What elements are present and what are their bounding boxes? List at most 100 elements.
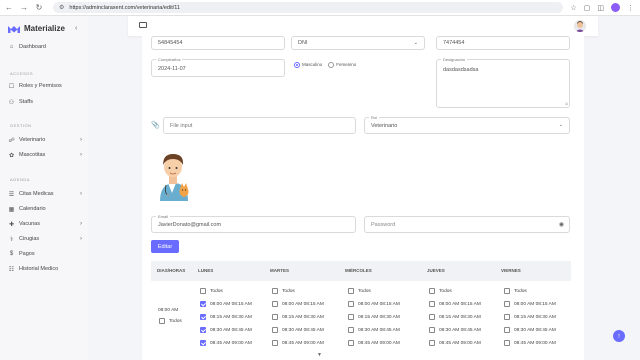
monday-slot-3-checkbox[interactable] xyxy=(200,327,206,333)
sidebar-item-roles[interactable]: ☐ Roles y Permisos xyxy=(8,81,82,91)
tuesday-all-checkbox[interactable] xyxy=(272,288,278,294)
friday-slot-4-checkbox[interactable] xyxy=(504,340,510,346)
slot-label: 08:30 AM 08:45 AM xyxy=(282,328,324,333)
sidebar-item-calendario[interactable]: ▦ Calendario xyxy=(8,204,82,214)
brand[interactable]: Materialize xyxy=(8,24,65,33)
document-number-field[interactable]: 54845454 xyxy=(151,36,285,50)
sidebar-item-label: Vacunas xyxy=(19,221,40,227)
section-title-gestion: GESTIÓN xyxy=(10,123,32,128)
paperclip-icon: 📎 xyxy=(151,122,160,129)
sidebar-item-label: Pagos xyxy=(19,251,35,257)
wednesday-all-checkbox[interactable] xyxy=(348,288,354,294)
calendar-icon: ▦ xyxy=(8,206,15,213)
radio-selected-icon xyxy=(294,62,300,68)
checkbox-label: Todos xyxy=(210,289,223,294)
forward-icon[interactable]: → xyxy=(18,2,30,14)
back-icon[interactable]: ← xyxy=(3,2,15,14)
monday-slot-2-checkbox[interactable] xyxy=(200,314,206,320)
tuesday-slot-4-checkbox[interactable] xyxy=(272,340,278,346)
edit-button[interactable]: Editar xyxy=(151,240,179,253)
collapse-sidebar-icon[interactable]: ‹ xyxy=(75,25,77,32)
user-avatar[interactable] xyxy=(574,20,586,32)
shield-icon: ☐ xyxy=(8,83,15,90)
thursday-slot-3-checkbox[interactable] xyxy=(429,327,435,333)
gender-male-radio[interactable]: Masculino xyxy=(294,62,322,68)
syringe-icon: ✚ xyxy=(8,221,15,228)
star-icon[interactable]: ☆ xyxy=(570,4,576,12)
slot-label: 08:45 AM 09:00 AM xyxy=(282,341,324,346)
sidebar-item-dashboard[interactable]: ⌂ Dashboard xyxy=(8,42,82,52)
file-input[interactable]: File input xyxy=(163,117,356,134)
site-info-icon[interactable]: ⚙ xyxy=(59,4,64,11)
home-icon: ⌂ xyxy=(9,44,14,50)
checkbox-label: Todos xyxy=(282,289,295,294)
thursday-all-checkbox[interactable] xyxy=(429,288,435,294)
sidebar-item-staffs[interactable]: ⚇ Staffs xyxy=(8,97,82,107)
birthday-field[interactable]: Cumpleaños 2024-11-07 xyxy=(151,57,285,77)
email-field[interactable]: Email JavierDonato@gmail.com xyxy=(151,214,356,233)
sidepanel-icon[interactable]: ◫ xyxy=(597,4,604,12)
slot-label: 08:30 AM 08:45 AM xyxy=(210,328,252,333)
profile-icon[interactable] xyxy=(611,3,620,12)
sidebar-item-label: Veterinario xyxy=(19,137,46,143)
designation-textarea[interactable]: Designación dasdasdsadsa ⇲ xyxy=(436,57,570,108)
role-label: Rol xyxy=(369,115,380,120)
friday-slot-3-checkbox[interactable] xyxy=(504,327,510,333)
friday-slot-2-checkbox[interactable] xyxy=(504,314,510,320)
sidebar-item-label: Cirugias xyxy=(19,236,40,242)
wednesday-slot-1-checkbox[interactable] xyxy=(348,301,354,307)
hour-all-label: Todos xyxy=(169,319,182,324)
monday-slot-4-checkbox[interactable] xyxy=(200,340,206,346)
sidebar-item-historial[interactable]: ☷ Historial Medico xyxy=(8,264,82,274)
tuesday-slot-1-checkbox[interactable] xyxy=(272,301,278,307)
column-header: LUNES xyxy=(198,268,214,273)
more-icon[interactable]: ⋮ xyxy=(627,4,634,12)
checkbox-label: Todos xyxy=(358,289,371,294)
column-header: MARTES xyxy=(270,268,289,273)
monitor-icon[interactable] xyxy=(139,22,147,28)
url-text: https://adminclaraxent.com/veterinaria/e… xyxy=(69,4,180,11)
thursday-slot-1-checkbox[interactable] xyxy=(429,301,435,307)
monday-slot-1-checkbox[interactable] xyxy=(200,301,206,307)
slot-label: 08:45 AM 09:00 AM xyxy=(358,341,400,346)
sidebar-item-vacunas[interactable]: ✚ Vacunas › xyxy=(8,219,82,229)
friday-slot-1-checkbox[interactable] xyxy=(504,301,510,307)
sidebar-item-citas[interactable]: ☰ Citas Medicas › xyxy=(8,189,82,199)
thursday-slot-2-checkbox[interactable] xyxy=(429,314,435,320)
birthday-label: Cumpleaños xyxy=(156,57,183,62)
sidebar-item-veterinario[interactable]: ☍ Veterinario › xyxy=(8,135,82,145)
sidebar-item-pagos[interactable]: $ Pagos xyxy=(8,249,82,259)
thursday-slot-4-checkbox[interactable] xyxy=(429,340,435,346)
reload-icon[interactable]: ↻ xyxy=(33,2,45,14)
eye-icon[interactable]: ◉ xyxy=(559,221,564,228)
gender-female-radio[interactable]: Femenino xyxy=(328,62,356,68)
sidebar-item-cirugias[interactable]: ⚕ Cirugias › xyxy=(8,234,82,244)
slot-label: 08:15 AM 08:30 AM xyxy=(439,315,481,320)
wednesday-slot-4-checkbox[interactable] xyxy=(348,340,354,346)
resize-handle-icon[interactable]: ⇲ xyxy=(565,101,568,106)
scalpel-icon: ⚕ xyxy=(9,236,14,243)
address-bar[interactable]: ⚙ https://adminclaraxent.com/veterinaria… xyxy=(53,2,563,13)
sidebar-item-label: Dashboard xyxy=(19,44,46,50)
tuesday-slot-3-checkbox[interactable] xyxy=(272,327,278,333)
file-icon: ☷ xyxy=(8,266,15,273)
phone-field[interactable]: 7474454 xyxy=(436,36,570,50)
column-header: JUEVES xyxy=(427,268,445,273)
scroll-to-top-button[interactable]: ↑ xyxy=(613,330,625,342)
hour-all-checkbox[interactable] xyxy=(159,318,165,324)
wednesday-slot-2-checkbox[interactable] xyxy=(348,314,354,320)
extensions-icon[interactable]: ▢ xyxy=(584,4,591,12)
chevron-right-icon: › xyxy=(80,152,82,158)
tuesday-slot-2-checkbox[interactable] xyxy=(272,314,278,320)
chevron-right-icon: › xyxy=(80,137,82,143)
role-select[interactable]: Rol Veterinario ⌄ xyxy=(364,115,570,134)
password-field[interactable]: Password ◉ xyxy=(364,216,570,233)
friday-all-checkbox[interactable] xyxy=(504,288,510,294)
sidebar-item-mascotas[interactable]: ✿ Mascotitas › xyxy=(8,150,82,160)
list-icon: ☰ xyxy=(8,191,15,198)
scroll-down-icon[interactable]: ▼ xyxy=(317,352,322,358)
monday-all-checkbox[interactable] xyxy=(200,288,206,294)
browser-toolbar: ← → ↻ ⚙ https://adminclaraxent.com/veter… xyxy=(0,0,640,16)
document-type-select[interactable]: DNI ⌄ xyxy=(291,36,425,50)
wednesday-slot-3-checkbox[interactable] xyxy=(348,327,354,333)
